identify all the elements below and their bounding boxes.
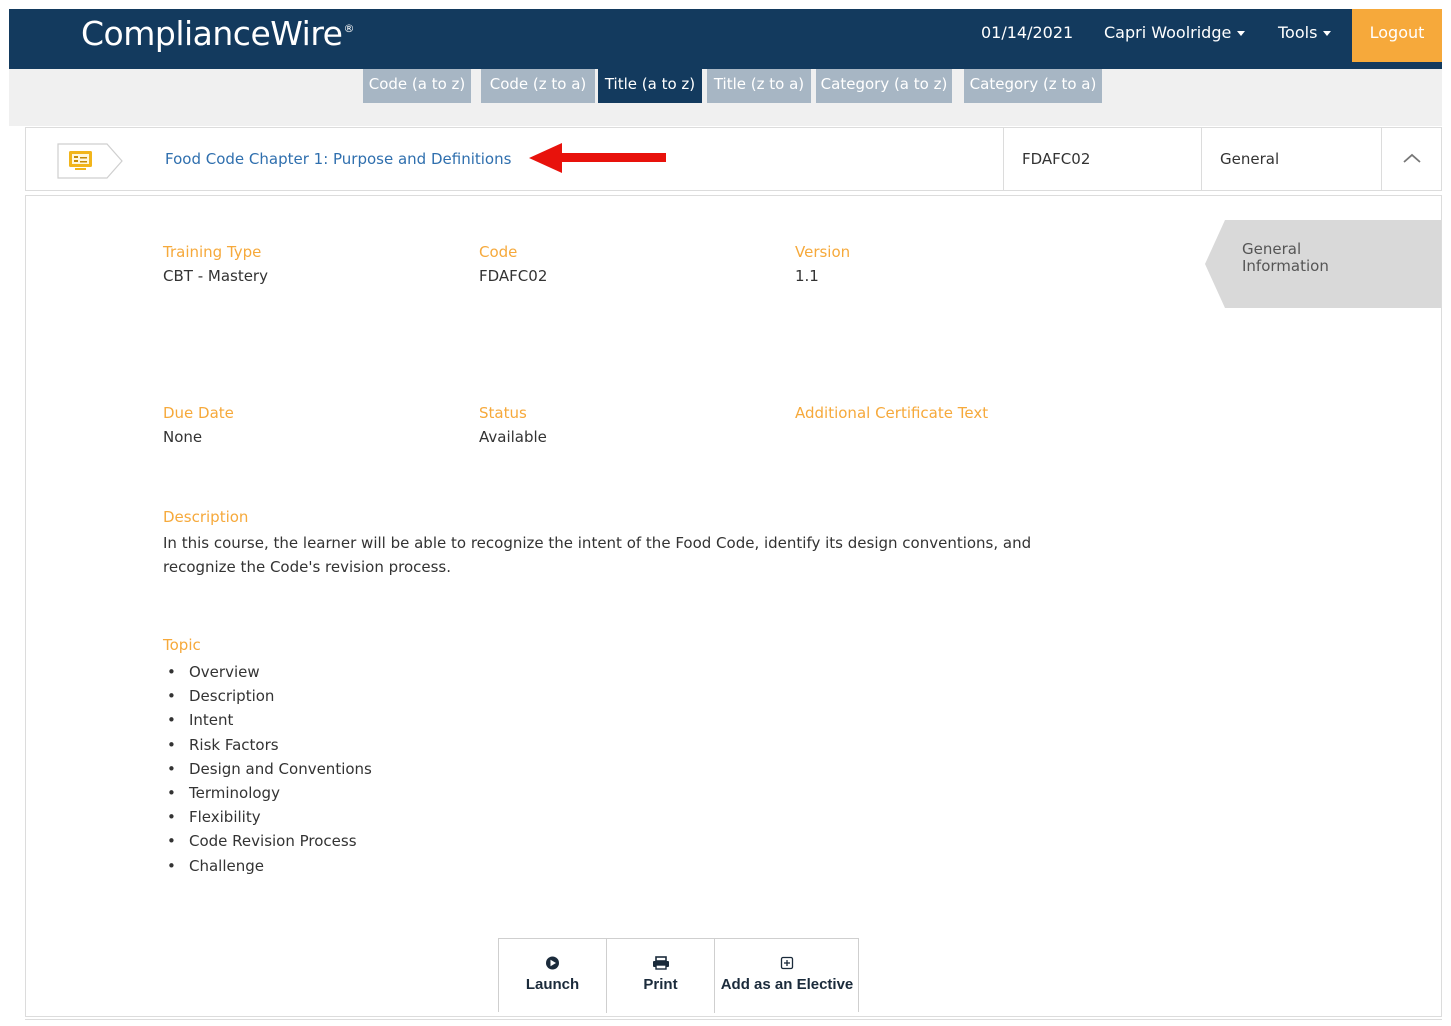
collapse-toggle[interactable] [1381, 128, 1442, 190]
launch-label: Launch [525, 976, 580, 993]
training-type-value: CBT - Mastery [163, 267, 268, 285]
course-title-link[interactable]: Food Code Chapter 1: Purpose and Definit… [165, 150, 511, 168]
add-elective-label: Add as an Elective [720, 976, 854, 993]
course-row[interactable]: Food Code Chapter 1: Purpose and Definit… [25, 127, 1442, 191]
sort-title-desc[interactable]: Title (z to a) [707, 69, 811, 103]
launch-button[interactable]: Launch [499, 939, 606, 1013]
version-label: Version [795, 243, 851, 261]
add-elective-button[interactable]: Add as an Elective [714, 939, 859, 1013]
topic-item: Flexibility [189, 805, 372, 829]
top-navbar: ComplianceWire® 01/14/2021 Capri Woolrid… [9, 9, 1442, 69]
caret-down-icon [1237, 31, 1246, 36]
course-details-panel: General Information Training Type CBT - … [25, 195, 1442, 1017]
topic-label: Topic [163, 636, 201, 654]
code-label: Code [479, 243, 518, 261]
training-type-label: Training Type [163, 243, 262, 261]
presentation-icon [57, 143, 123, 179]
status-value: Available [479, 428, 547, 446]
topic-item: Challenge [189, 854, 372, 878]
logout-button[interactable]: Logout [1352, 9, 1442, 62]
course-category-cell: General [1201, 128, 1381, 190]
topic-item: Overview [189, 660, 372, 684]
sort-code-asc[interactable]: Code (a to z) [363, 69, 471, 103]
action-buttons: Launch Print Add as an Elective [498, 938, 859, 1013]
code-value: FDAFC02 [479, 267, 548, 285]
brand-name: ComplianceWire [81, 14, 343, 53]
chevron-up-icon [1403, 153, 1421, 163]
printer-icon [653, 956, 669, 970]
version-value: 1.1 [795, 267, 819, 285]
topic-item: Risk Factors [189, 733, 372, 757]
topic-item: Intent [189, 708, 372, 732]
caret-down-icon [1323, 31, 1332, 36]
course-category: General [1220, 150, 1280, 168]
due-date-value: None [163, 428, 203, 446]
status-label: Status [479, 404, 527, 422]
tools-menu[interactable]: Tools [1278, 23, 1332, 42]
print-button[interactable]: Print [606, 939, 714, 1013]
print-label: Print [643, 976, 678, 993]
description-label: Description [163, 508, 249, 526]
sort-code-desc[interactable]: Code (z to a) [481, 69, 595, 103]
user-menu[interactable]: Capri Woolridge [1104, 23, 1246, 42]
topic-item: Design and Conventions [189, 757, 372, 781]
play-circle-icon [546, 956, 559, 970]
topic-item: Terminology [189, 781, 372, 805]
next-course-row[interactable] [25, 1019, 1442, 1026]
registered-mark: ® [343, 22, 354, 35]
topic-item: Description [189, 684, 372, 708]
plus-square-icon [780, 956, 794, 970]
sort-title-asc[interactable]: Title (a to z) [598, 69, 702, 103]
current-date: 01/14/2021 [981, 23, 1074, 42]
course-code: FDAFC02 [1022, 150, 1091, 168]
tools-menu-label: Tools [1278, 23, 1318, 42]
description-text: In this course, the learner will be able… [163, 534, 1032, 576]
general-information-tab[interactable]: General Information [1242, 241, 1362, 275]
certificate-text-label: Additional Certificate Text [795, 404, 989, 422]
topic-list: Overview Description Intent Risk Factors… [189, 660, 372, 878]
sort-category-asc[interactable]: Category (a to z) [816, 69, 952, 103]
red-arrow-icon [529, 143, 666, 173]
topic-item: Code Revision Process [189, 829, 372, 853]
course-code-cell: FDAFC02 [1003, 128, 1201, 190]
sort-category-desc[interactable]: Category (z to a) [964, 69, 1102, 103]
sort-bar: Code (a to z) Code (z to a) Title (a to … [9, 69, 1442, 126]
due-date-label: Due Date [163, 404, 234, 422]
brand-logo[interactable]: ComplianceWire® [81, 14, 354, 53]
user-menu-label: Capri Woolridge [1104, 23, 1232, 42]
